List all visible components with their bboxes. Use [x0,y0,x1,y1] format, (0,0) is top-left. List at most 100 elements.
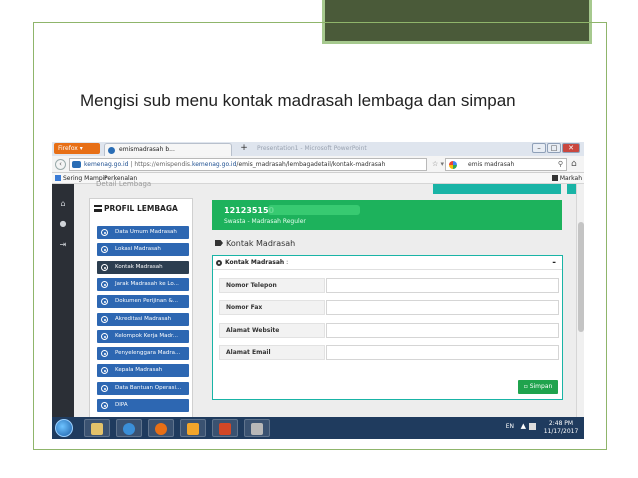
circle-arrow-icon [101,350,108,358]
profile-sidebar: PROFIL LEMBAGA Data Umum Madrasah Lokasi … [89,198,193,422]
circle-arrow-icon [101,298,108,306]
tray-arrow-icon[interactable]: ▲ [521,422,526,430]
circle-arrow-icon [101,263,108,271]
user-icon[interactable]: ● [58,219,68,229]
back-arrow-icon[interactable]: ‹ [55,159,66,170]
search-icon[interactable]: ⚲ [558,159,563,170]
sidebar-item-0[interactable]: Data Umum Madrasah [97,226,189,239]
site-identity-icon[interactable] [72,161,81,168]
window-controls: – □ ✕ [532,143,580,154]
bookmark-icon [55,175,61,181]
sidebar-item-label: Kontak Madrasah [115,263,163,270]
firefox-icon [155,423,167,435]
scrollbar-thumb[interactable] [578,222,584,332]
sidebar-item-5[interactable]: Akreditasi Madrasah [97,312,189,326]
url-site-label: kemenag.go.id [84,161,129,168]
redacted-name [268,205,360,215]
sidebar-item-6[interactable]: Kelompok Kerja Madr... [97,329,189,343]
minimize-icon[interactable]: – [532,143,546,153]
close-icon[interactable]: ✕ [562,143,580,153]
collapse-button[interactable]: - [552,256,556,270]
sidebar-item-label: Penyelenggara Madra... [115,350,181,357]
language-indicator[interactable]: EN [506,423,514,430]
sidebar-item-8[interactable]: Kepala Madrasah [97,364,189,378]
icon-sidebar: ⌂ ● ⇥ [52,184,74,417]
taskbar-firefox[interactable] [148,419,174,437]
taskbar-explorer[interactable] [84,419,110,437]
url-bar[interactable]: kemenag.go.id | https://emispendis.kemen… [69,158,427,171]
web-page: ⌂ ● ⇥ Detail Lembaga PROFIL LEMBAGA Data… [52,180,584,422]
section-title: Kontak Madrasah [215,239,295,248]
sidebar-item-4[interactable]: Dokumen Perijinan &... [97,295,189,309]
ie-icon [123,423,135,435]
taskbar-media[interactable] [180,419,206,437]
windows-taskbar: EN ▲ 2:48 PM 11/17/2017 [52,417,584,439]
search-input[interactable]: emis madrasah ⚲ [445,158,567,171]
search-value: emis madrasah [468,161,515,168]
email-field[interactable] [326,345,559,360]
institution-type: Swasta - Madrasah Reguler [224,218,306,225]
taskbar-powerpoint[interactable] [212,419,238,437]
powerpoint-icon [219,423,231,435]
url-path: /emis_madrasah/lembagadetail/kontak-madr… [236,161,386,168]
start-button[interactable] [55,419,73,437]
cog-icon [216,260,222,266]
sidebar-item-2[interactable]: Kontak Madrasah [97,260,189,274]
browser-navbar: ‹ kemenag.go.id | https://emispendis.kem… [52,156,584,173]
panel-header: Kontak Madrasah : - [213,256,562,270]
circle-arrow-icon [101,402,108,409]
new-tab-button[interactable]: + [236,143,252,155]
circle-arrow-icon [101,384,108,392]
sidebar-item-3[interactable]: Jarak Madrasah ke Lo... [97,277,189,291]
institution-icon[interactable]: ⌂ [58,199,68,209]
sidebar-item-label: Lokasi Madrasah [115,246,161,253]
url-prefix: https://emispendis. [134,161,192,168]
circle-arrow-icon [101,246,108,254]
sidebar-item-7[interactable]: Penyelenggara Madra... [97,347,189,361]
breadcrumb: Detail Lembaga [96,180,152,188]
tag-icon [215,240,223,246]
phone-field[interactable] [326,278,559,293]
taskbar-paint[interactable] [244,419,270,437]
window-title: Presentation1 - Microsoft PowerPoint [257,145,367,152]
sidebar-item-label: Kepala Madrasah [115,367,163,374]
contact-panel: Kontak Madrasah : - Nomor Telepon Nomor … [212,255,563,400]
sidebar-item-label: DIPA [115,402,128,408]
sidebar-item-10[interactable]: DIPA [97,399,189,412]
sidebar-item-label: Akreditasi Madrasah [115,315,172,322]
field-alamat-website: Alamat Website [219,323,559,338]
google-icon [449,161,457,169]
bookmarks-menu[interactable]: Markah [551,173,582,184]
sidebar-item-label: Jarak Madrasah ke Lo... [115,280,179,287]
page-scrollbar[interactable] [576,184,584,417]
sidebar-item-label: Kelompok Kerja Madr... [115,332,178,339]
favicon-icon [108,147,115,154]
tab-title: emismadrasah b... [119,146,175,153]
circle-arrow-icon [101,229,108,236]
clock[interactable]: 2:48 PM 11/17/2017 [542,420,580,436]
save-button[interactable]: ▫ Simpan [518,380,558,394]
save-icon: ▫ [523,383,528,390]
logout-icon[interactable]: ⇥ [58,240,68,250]
institution-banner: 121235150 Swasta - Madrasah Reguler [212,200,562,230]
top-action-button[interactable] [433,184,561,194]
media-icon [187,423,199,435]
home-icon[interactable]: ⌂ [571,158,582,170]
browser-screenshot: Firefox ▾ emismadrasah b... + Presentati… [52,142,584,439]
taskbar-ie[interactable] [116,419,142,437]
browser-tab-active[interactable]: emismadrasah b... [104,143,232,156]
flag-icon[interactable] [529,423,536,430]
institution-id: 121235150 [224,206,275,215]
browser-tabbar: Firefox ▾ emismadrasah b... + Presentati… [52,142,584,156]
circle-arrow-icon [101,315,108,323]
sidebar-item-9[interactable]: Data Bantuan Operasi... [97,381,189,395]
fax-field[interactable] [326,300,559,315]
paint-icon [251,423,263,435]
website-field[interactable] [326,323,559,338]
field-alamat-email: Alamat Email [219,345,559,360]
maximize-icon[interactable]: □ [547,143,561,153]
sidebar-title: PROFIL LEMBAGA [94,204,178,213]
sidebar-item-1[interactable]: Lokasi Madrasah [97,243,189,257]
circle-arrow-icon [101,367,108,375]
firefox-menu-button[interactable]: Firefox ▾ [54,143,100,154]
